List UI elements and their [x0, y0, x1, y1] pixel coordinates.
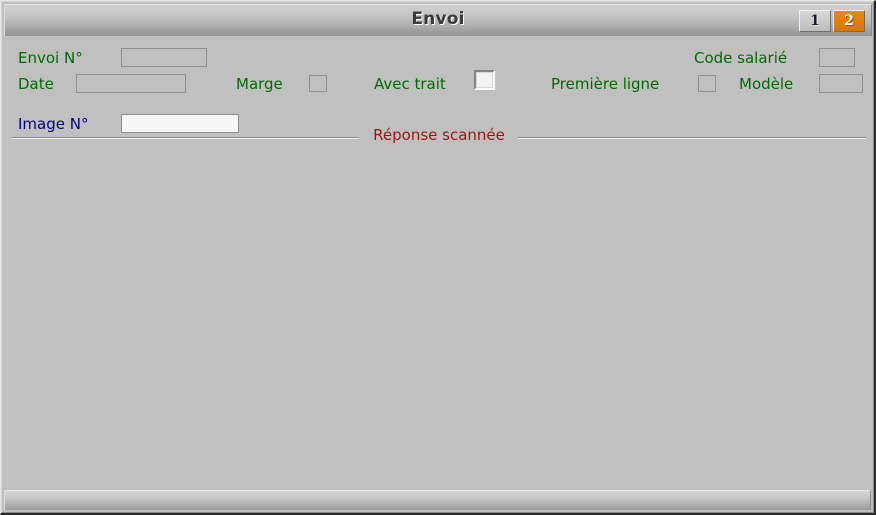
label-date: Date	[18, 75, 54, 93]
input-modele[interactable]	[819, 74, 863, 93]
title-bar: Envoi 1 2	[4, 4, 872, 36]
input-image-numero[interactable]	[121, 114, 239, 133]
label-image-numero: Image N°	[18, 115, 89, 133]
label-marge: Marge	[236, 75, 283, 93]
checkbox-premiere-ligne[interactable]	[698, 75, 716, 92]
input-envoi-numero[interactable]	[121, 48, 207, 67]
checkbox-avec-trait[interactable]	[474, 70, 495, 90]
tab-bar: 1 2	[799, 10, 865, 32]
window-inner-frame: Envoi 1 2 Envoi N° Date Marge Avec trait…	[1, 1, 874, 513]
envoi-window: Envoi 1 2 Envoi N° Date Marge Avec trait…	[0, 0, 876, 515]
status-bar	[4, 490, 871, 510]
group-separator-reponse-scannee: Réponse scannée	[12, 126, 866, 144]
input-date[interactable]	[76, 74, 186, 93]
tab-page-1[interactable]: 1	[799, 10, 831, 32]
label-modele: Modèle	[739, 75, 794, 93]
label-premiere-ligne: Première ligne	[551, 75, 660, 93]
tab-page-2[interactable]: 2	[833, 10, 865, 32]
label-avec-trait: Avec trait	[374, 75, 446, 93]
input-code-salarie[interactable]	[819, 48, 855, 67]
label-envoi-numero: Envoi N°	[18, 49, 83, 67]
label-code-salarie: Code salarié	[694, 49, 788, 67]
window-title: Envoi	[411, 9, 465, 29]
checkbox-marge[interactable]	[309, 75, 327, 92]
form-area: Envoi N° Date Marge Avec trait Première …	[4, 37, 872, 488]
